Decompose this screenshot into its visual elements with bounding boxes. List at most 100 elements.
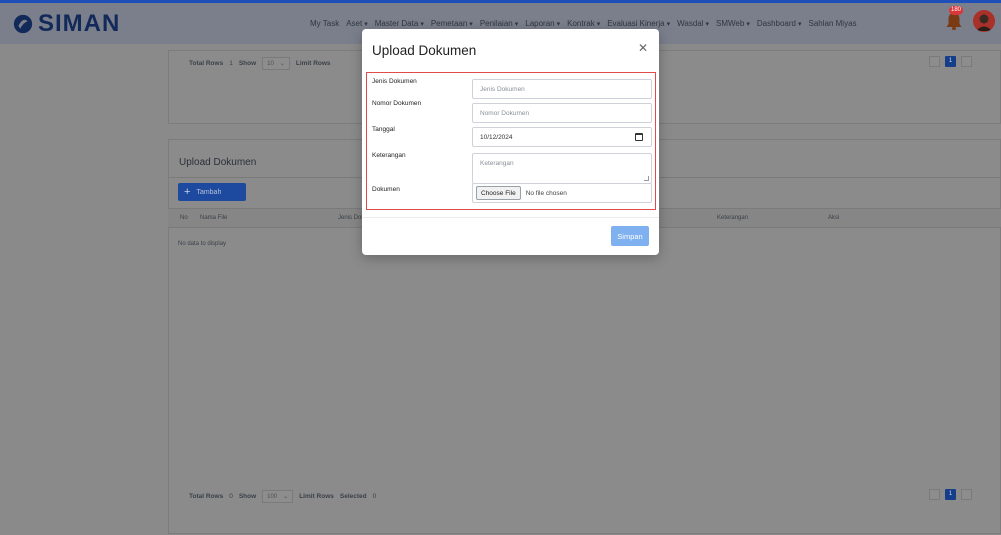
- chevron-down-icon: ▾: [469, 20, 473, 28]
- notification-badge: 180: [949, 6, 964, 15]
- total-rows-value: 0: [229, 493, 233, 500]
- nav-item-label: Penilaian: [479, 19, 513, 28]
- panel-title: Upload Dokumen: [179, 157, 257, 168]
- chevron-down-icon: ⌄: [283, 494, 289, 500]
- main-menu: My Task Aset ▾ Master Data ▾ Pemetaan ▾ Penilai…: [310, 19, 857, 28]
- nav-item[interactable]: Aset ▾: [346, 19, 368, 28]
- next-page-button[interactable]: [961, 489, 972, 500]
- show-label: Show: [238, 60, 257, 67]
- current-page-button[interactable]: 1: [945, 56, 956, 67]
- total-rows-label: Total Rows: [189, 493, 224, 500]
- chevron-down-icon: ▾: [514, 20, 519, 28]
- chevron-down-icon: ▾: [666, 20, 671, 28]
- upload-form: Jenis Dokumen Jenis Dokumen Nomor Dokume…: [366, 72, 656, 210]
- nav-item[interactable]: Master Data ▾: [375, 19, 424, 28]
- rows-per-page-value: 10: [267, 60, 274, 67]
- file-status: No file chosen: [525, 189, 567, 197]
- modal-header: Upload Dokumen ✕: [362, 29, 659, 71]
- limit-rows-label: Limit Rows: [299, 493, 334, 500]
- nav-item[interactable]: Laporan ▾: [525, 19, 560, 28]
- limit-rows-label: Limit Rows: [295, 60, 331, 67]
- column-header[interactable]: Nama File: [200, 215, 227, 221]
- keterangan-label: Keterangan: [372, 152, 406, 159]
- nav-item-label: My Task: [310, 19, 340, 28]
- chevron-down-icon: ⌄: [279, 61, 285, 67]
- chevron-down-icon: ▾: [556, 20, 561, 28]
- nav-item[interactable]: Wasdal ▾: [677, 19, 709, 28]
- chevron-down-icon: ▾: [420, 20, 424, 28]
- brand-logo-icon: [13, 14, 33, 33]
- nav-item-label: Master Data: [374, 19, 419, 28]
- upload-dokumen-modal: Upload Dokumen ✕ Jenis Dokumen Jenis Dok…: [362, 29, 659, 255]
- nav-item[interactable]: Penilaian ▾: [480, 19, 518, 28]
- notification-button[interactable]: 180: [941, 6, 967, 34]
- dokumen-file-input[interactable]: Choose File No file chosen: [472, 183, 652, 203]
- calendar-icon[interactable]: [635, 133, 643, 141]
- add-button-label: Tambah: [196, 188, 222, 196]
- nav-item-label: Kontrak: [567, 19, 595, 28]
- jenis-dokumen-input[interactable]: Jenis Dokumen: [472, 79, 652, 99]
- close-icon[interactable]: ✕: [638, 41, 648, 55]
- chevron-down-icon: ▾: [596, 20, 601, 28]
- nomor-dokumen-label: Nomor Dokumen: [372, 100, 422, 107]
- resize-handle-icon[interactable]: [644, 176, 649, 181]
- chevron-down-icon: ▾: [797, 20, 802, 28]
- modal-footer-divider: [362, 217, 659, 218]
- choose-file-button[interactable]: Choose File: [476, 186, 521, 200]
- jenis-dokumen-label: Jenis Dokumen: [372, 78, 417, 85]
- nav-item-label: Evaluasi Kinerja: [607, 19, 665, 28]
- selected-value: 0: [372, 493, 377, 500]
- tanggal-value: 10/12/2024: [480, 133, 513, 141]
- bottom-pager: 1: [929, 489, 972, 500]
- show-label: Show: [238, 493, 257, 500]
- save-button[interactable]: Simpan: [611, 226, 649, 246]
- dokumen-label: Dokumen: [372, 186, 400, 193]
- brand[interactable]: SIMAN: [0, 10, 280, 38]
- chevron-down-icon: ▾: [746, 20, 750, 28]
- chevron-down-icon: ▾: [364, 20, 368, 28]
- nav-item[interactable]: Kontrak ▾: [567, 19, 600, 28]
- column-header[interactable]: Keterangan: [717, 215, 748, 221]
- nav-item[interactable]: My Task: [310, 19, 339, 28]
- nav-item[interactable]: Pemetaan ▾: [431, 19, 473, 28]
- column-header[interactable]: Aksi: [828, 215, 839, 221]
- nav-item[interactable]: Evaluasi Kinerja ▾: [607, 19, 670, 28]
- prev-page-button[interactable]: [929, 489, 940, 500]
- user-avatar-icon: [973, 10, 995, 32]
- next-page-button[interactable]: [961, 56, 972, 67]
- nav-item[interactable]: Dashboard ▾: [757, 19, 802, 28]
- nomor-dokumen-input[interactable]: Nomor Dokumen: [472, 103, 652, 123]
- nav-item-label: SMWeb: [716, 19, 745, 28]
- chevron-down-icon: ▾: [705, 20, 710, 28]
- nav-item[interactable]: Sahlan Miyas: [809, 19, 857, 28]
- empty-table-message: No data to display: [178, 241, 227, 247]
- add-document-button[interactable]: + Tambah: [178, 183, 246, 201]
- nav-item-label: Pemetaan: [430, 19, 468, 28]
- modal-title: Upload Dokumen: [372, 42, 477, 58]
- plus-icon: +: [184, 185, 191, 198]
- total-rows-label: Total Rows: [189, 60, 224, 67]
- rows-per-page-select[interactable]: 100 ⌄: [262, 490, 294, 503]
- nav-item-label: Sahlan Miyas: [808, 19, 857, 28]
- column-header[interactable]: No: [180, 215, 188, 221]
- nomor-dokumen-placeholder: Nomor Dokumen: [480, 109, 530, 117]
- keterangan-placeholder: Keterangan: [480, 160, 514, 167]
- tanggal-date-input[interactable]: 10/12/2024: [472, 127, 652, 147]
- jenis-dokumen-placeholder: Jenis Dokumen: [480, 85, 525, 93]
- prev-page-button[interactable]: [929, 56, 940, 67]
- brand-name: SIMAN: [38, 9, 121, 37]
- top-rows-bar: Total Rows 1 Show 10 ⌄ Limit Rows: [189, 57, 331, 70]
- current-page-button[interactable]: 1: [945, 489, 956, 500]
- nav-item-label: Dashboard: [756, 19, 796, 28]
- nav-item-label: Aset: [346, 19, 363, 28]
- keterangan-textarea[interactable]: Keterangan: [472, 153, 652, 184]
- user-avatar[interactable]: [973, 10, 995, 32]
- rows-per-page-select[interactable]: 10 ⌄: [262, 57, 290, 70]
- nav-item-label: Wasdal: [677, 19, 704, 28]
- nav-item[interactable]: SMWeb ▾: [716, 19, 750, 28]
- total-rows-value: 1: [229, 60, 233, 67]
- selected-label: Selected: [339, 493, 367, 500]
- rows-per-page-value: 100: [267, 493, 278, 500]
- tanggal-label: Tanggal: [372, 126, 395, 133]
- bottom-rows-bar: Total Rows 0 Show 100 ⌄ Limit Rows Selec…: [189, 490, 376, 503]
